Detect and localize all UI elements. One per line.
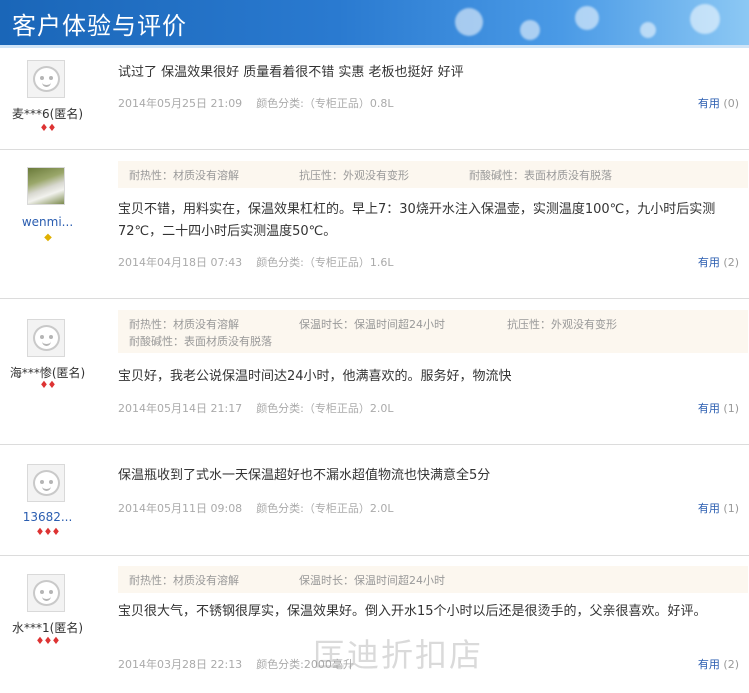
attribute-tag: 保温时长：保温时间超24小时: [299, 574, 445, 587]
review-item: 麦***6(匿名) ♦♦ 试过了 保温效果很好 质量看着很不错 实惠 老板也挺好…: [0, 48, 749, 150]
useful-button[interactable]: 有用 (1): [698, 500, 739, 516]
default-avatar-icon: [33, 580, 60, 606]
default-avatar-icon: [33, 66, 60, 92]
review-item: 13682... ♦♦♦ 保温瓶收到了式水一天保温超好也不漏水超值物流也快满意全…: [0, 445, 749, 556]
useful-count: (1): [723, 502, 739, 515]
attribute-tags: 耐热性：材质没有溶解 保温时长：保温时间超24小时: [118, 566, 748, 593]
attribute-tag: 抗压性：外观没有变形: [507, 318, 617, 331]
review-text: 保温瓶收到了式水一天保温超好也不漏水超值物流也快满意全5分: [118, 468, 491, 483]
review-variant: 颜色分类:（专柜正品）1.6L: [256, 256, 394, 269]
reviewer-name[interactable]: 13682...: [0, 510, 95, 524]
useful-label[interactable]: 有用: [698, 502, 720, 515]
review-meta: 2014年05月14日 21:17 颜色分类:（专柜正品）2.0L: [118, 400, 394, 416]
review-text: 宝贝不错，用料实在，保温效果杠杠的。早上7：30烧开水注入保温壶，实测温度100…: [118, 202, 716, 239]
review-text: 试过了 保温效果很好 质量看着很不错 实惠 老板也挺好 好评: [118, 65, 464, 80]
avatar[interactable]: [27, 167, 65, 205]
useful-count: (1): [723, 402, 739, 415]
header-decoration: [520, 20, 540, 40]
review-variant: 颜色分类:（专柜正品）0.8L: [256, 97, 394, 110]
attribute-tag: 耐酸碱性：表面材质没有脱落: [129, 335, 272, 348]
attribute-tag: 抗压性：外观没有变形: [299, 169, 409, 182]
useful-count: (2): [723, 658, 739, 671]
default-avatar-icon: [33, 470, 60, 496]
buyer-rank-icon: ♦♦: [39, 380, 57, 391]
buyer-rank-icon: ♦♦♦: [35, 527, 61, 538]
useful-button[interactable]: 有用 (1): [698, 400, 739, 416]
header-decoration: [690, 4, 720, 34]
review-date: 2014年03月28日 22:13: [118, 658, 243, 671]
buyer-rank-icon: ♦♦♦: [35, 636, 61, 647]
attribute-tag: 耐热性：材质没有溶解: [129, 318, 239, 331]
review-meta: 2014年05月25日 21:09 颜色分类:（专柜正品）0.8L: [118, 95, 394, 111]
useful-count: (0): [723, 97, 739, 110]
shop-watermark: 匡迪折扣店: [313, 636, 484, 674]
reviewer-name[interactable]: 水***1(匿名): [0, 619, 95, 636]
header-decoration: [640, 22, 656, 38]
review-meta: 2014年04月18日 07:43 颜色分类:（专柜正品）1.6L: [118, 254, 394, 270]
reviewer-name[interactable]: wenmi...: [0, 215, 95, 229]
header-decoration: [455, 8, 483, 36]
useful-label[interactable]: 有用: [698, 402, 720, 415]
avatar[interactable]: [27, 60, 65, 98]
header-decoration: [575, 6, 599, 30]
attribute-tags: 耐热性：材质没有溶解 保温时长：保温时间超24小时 抗压性：外观没有变形耐酸碱性：表…: [118, 310, 748, 353]
review-meta: 2014年05月11日 09:08 颜色分类:（专柜正品）2.0L: [118, 500, 394, 516]
review-item: 海***惨(匿名) ♦♦ 耐热性：材质没有溶解 保温时长：保温时间超24小时 抗压性…: [0, 299, 749, 445]
buyer-rank-icon: ♦♦: [39, 123, 57, 134]
attribute-tag: 耐热性：材质没有溶解: [129, 169, 239, 182]
attribute-tags: 耐热性：材质没有溶解 抗压性：外观没有变形 耐酸碱性：表面材质没有脱落: [118, 161, 748, 188]
review-text: 宝贝好，我老公说保温时间达24小时，他满喜欢的。服务好，物流快: [118, 369, 512, 384]
review-variant: 颜色分类:（专柜正品）2.0L: [256, 402, 394, 415]
useful-label[interactable]: 有用: [698, 256, 720, 269]
attribute-tag: 保温时长：保温时间超24小时: [299, 318, 445, 331]
page-title: 客户体验与评价: [12, 12, 187, 40]
reviewer-name[interactable]: 麦***6(匿名): [0, 105, 95, 122]
default-avatar-icon: [33, 325, 60, 351]
avatar[interactable]: [27, 319, 65, 357]
useful-count: (2): [723, 256, 739, 269]
useful-button[interactable]: 有用 (2): [698, 254, 739, 270]
useful-button[interactable]: 有用 (0): [698, 95, 739, 111]
review-date: 2014年05月11日 09:08: [118, 502, 243, 515]
useful-label[interactable]: 有用: [698, 658, 720, 671]
section-header: 客户体验与评价: [0, 0, 749, 45]
avatar[interactable]: [27, 464, 65, 502]
review-item: wenmi... ◆ 耐热性：材质没有溶解 抗压性：外观没有变形 耐酸碱性：表面材质…: [0, 150, 749, 299]
review-date: 2014年04月18日 07:43: [118, 256, 243, 269]
avatar[interactable]: [27, 574, 65, 612]
review-date: 2014年05月14日 21:17: [118, 402, 243, 415]
review-text: 宝贝很大气，不锈钢很厚实，保温效果好。倒入开水15个小时以后还是很烫手的，父亲很…: [118, 604, 707, 619]
attribute-tag: 耐酸碱性：表面材质没有脱落: [469, 169, 612, 182]
useful-label[interactable]: 有用: [698, 97, 720, 110]
review-variant: 颜色分类:（专柜正品）2.0L: [256, 502, 394, 515]
useful-button[interactable]: 有用 (2): [698, 656, 739, 672]
review-date: 2014年05月25日 21:09: [118, 97, 243, 110]
reviewer-name[interactable]: 海***惨(匿名): [0, 364, 95, 381]
buyer-rank-icon: ◆: [44, 232, 52, 243]
attribute-tag: 耐热性：材质没有溶解: [129, 574, 239, 587]
